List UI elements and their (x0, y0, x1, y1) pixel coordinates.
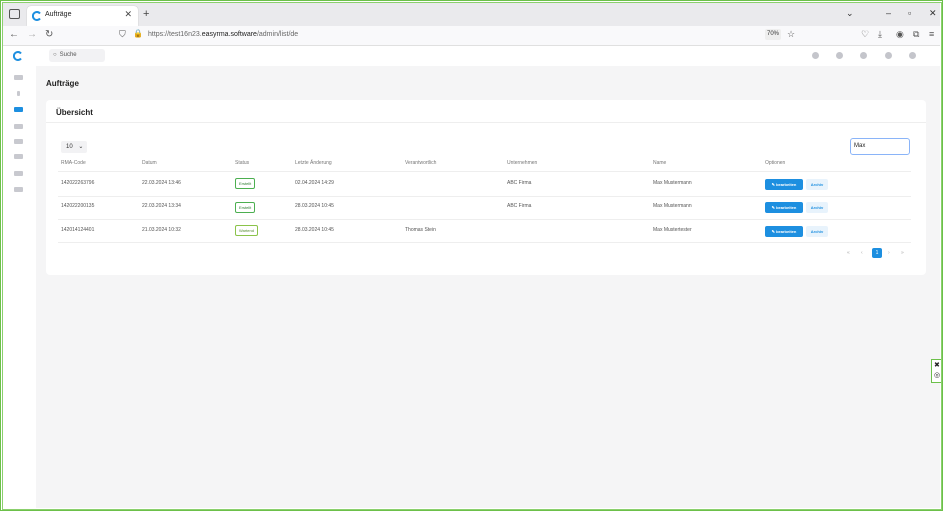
pagination-next[interactable]: › (888, 250, 890, 256)
cell-letzte-aenderung: 28.03.2024 10:45 (295, 203, 334, 209)
widget-target-icon[interactable]: ◎ (934, 371, 940, 379)
back-icon[interactable]: ← (9, 29, 19, 40)
pocket-icon[interactable]: ♡ (861, 29, 869, 40)
pagination-first[interactable]: « (847, 250, 850, 256)
header-verantwortlich[interactable]: Verantwortlich (405, 160, 436, 166)
pagination-prev[interactable]: ‹ (861, 250, 863, 256)
cell-name: Max Mustertester (653, 227, 692, 233)
cell-name: Max Mustermann (653, 203, 692, 209)
cell-rma-code: 142022263796 (61, 180, 95, 186)
row-divider (58, 242, 911, 243)
cell-letzte-aenderung: 02.04.2024 14:29 (295, 180, 334, 186)
cell-letzte-aenderung: 28.03.2024 10:45 (295, 227, 334, 233)
cell-rma-code: 142022200135 (61, 203, 95, 209)
new-tab-icon[interactable]: + (143, 8, 149, 20)
cell-name: Max Mustermann (653, 180, 692, 186)
url-domain: easyrma.software (201, 31, 257, 38)
cell-unternehmen: ABC Firma (507, 203, 532, 209)
tools-icon[interactable] (836, 52, 843, 59)
archive-button[interactable]: Archiv (806, 179, 828, 190)
header-divider (58, 171, 911, 172)
maximize-icon[interactable]: ▫ (908, 8, 911, 18)
theme-icon[interactable] (885, 52, 892, 59)
tab-title: Aufträge (45, 11, 72, 18)
card-divider (46, 122, 926, 123)
notification-icon[interactable] (812, 52, 819, 59)
status-badge: Erstellt (235, 178, 256, 189)
tab-strip: Aufträge ✕ + ⌄ – ▫ ✕ (3, 3, 940, 26)
header-letzte-aenderung[interactable]: Letzte Änderung (295, 160, 332, 166)
cell-rma-code: 142014124401 (61, 227, 95, 233)
cell-datum: 22.03.2024 13:46 (142, 180, 181, 186)
search-icon: ○ (53, 52, 57, 58)
url-path: /admin/list/de (256, 31, 299, 38)
reload-icon[interactable]: ↻ (45, 29, 53, 40)
info-icon[interactable] (17, 91, 20, 96)
edit-button[interactable]: ✎ bearbeiten (765, 202, 803, 213)
tab-overview-icon[interactable] (9, 9, 20, 19)
row-divider (58, 196, 911, 197)
customers-icon[interactable] (14, 139, 23, 144)
orders-list-icon[interactable] (14, 107, 23, 112)
extensions-icon[interactable]: ⧉ (913, 29, 919, 40)
account-icon[interactable]: ◉ (896, 29, 904, 40)
bookmark-star-icon[interactable]: ☆ (787, 29, 795, 40)
header-unternehmen[interactable]: Unternehmen (507, 160, 537, 166)
table-filter-input[interactable]: Max (850, 138, 910, 155)
pagination-last[interactable]: » (901, 250, 904, 256)
page-size-value: 10 (66, 144, 73, 150)
top-bar: ○ Suche (36, 46, 940, 66)
window-close-icon[interactable]: ✕ (929, 8, 937, 19)
reports-icon[interactable] (14, 171, 23, 176)
minimize-icon[interactable]: – (886, 8, 891, 18)
header-status[interactable]: Status (235, 160, 249, 166)
header-optionen: Optionen (765, 160, 786, 166)
navigation-bar: ← → ↻ ⛉ 🔒 https://test16n23.easyrma.soft… (3, 26, 940, 46)
page-size-select[interactable]: 10 ⌄ (61, 141, 87, 153)
dashboard-icon[interactable] (14, 75, 23, 80)
messages-icon[interactable] (860, 52, 867, 59)
filter-icon[interactable] (14, 154, 23, 159)
row-divider (58, 219, 911, 220)
archive-button[interactable]: Archiv (806, 226, 828, 237)
url-prefix: https://test16n23. (148, 31, 202, 38)
edit-button[interactable]: ✎ bearbeiten (765, 226, 803, 237)
chevron-down-icon: ⌄ (78, 144, 84, 150)
shield-icon[interactable]: ⛉ (119, 29, 126, 40)
status-badge: Erstellt (235, 202, 256, 213)
search-input[interactable]: ○ Suche (49, 49, 105, 62)
forward-icon[interactable]: → (27, 29, 37, 40)
edit-button[interactable]: ✎ bearbeiten (765, 179, 803, 190)
cell-datum: 21.03.2024 10:32 (142, 227, 181, 233)
logo-icon[interactable] (13, 51, 23, 61)
status-badge: Wartend (235, 225, 258, 236)
url-field[interactable]: https://test16n23.easyrma.software/admin… (148, 31, 298, 38)
page-title: Aufträge (46, 79, 79, 88)
floating-widget[interactable]: ✖ ◎ (931, 359, 943, 383)
menu-icon[interactable]: ≡ (929, 29, 934, 39)
browser-tab[interactable]: Aufträge ✕ (27, 6, 138, 26)
archive-button[interactable]: Archiv (806, 202, 828, 213)
cell-verantwortlich: Thomas Stein (405, 227, 436, 233)
sidebar (3, 46, 36, 508)
header-rma-code[interactable]: RMA-Code (61, 160, 86, 166)
cell-unternehmen: ABC Firma (507, 180, 532, 186)
downloads-icon[interactable]: ⤓ (878, 29, 882, 40)
widget-close-icon[interactable]: ✖ (934, 361, 940, 369)
zoom-badge[interactable]: 70% (765, 29, 781, 40)
cell-datum: 22.03.2024 13:34 (142, 203, 181, 209)
header-datum[interactable]: Datum (142, 160, 157, 166)
pagination-current[interactable]: 1 (872, 248, 882, 258)
tab-close-icon[interactable]: ✕ (124, 9, 132, 20)
users-icon[interactable] (14, 124, 23, 129)
easyrma-favicon-icon (32, 11, 41, 21)
lock-icon[interactable]: 🔒 (133, 29, 143, 38)
settings-icon[interactable] (14, 187, 23, 192)
overview-card: Übersicht 10 ⌄ Max RMA-Code Datum Status… (46, 100, 926, 275)
tab-list-icon[interactable]: ⌄ (846, 8, 854, 19)
user-avatar-icon[interactable] (909, 52, 916, 59)
search-placeholder: Suche (59, 52, 77, 58)
card-title: Übersicht (56, 108, 93, 117)
header-name[interactable]: Name (653, 160, 666, 166)
